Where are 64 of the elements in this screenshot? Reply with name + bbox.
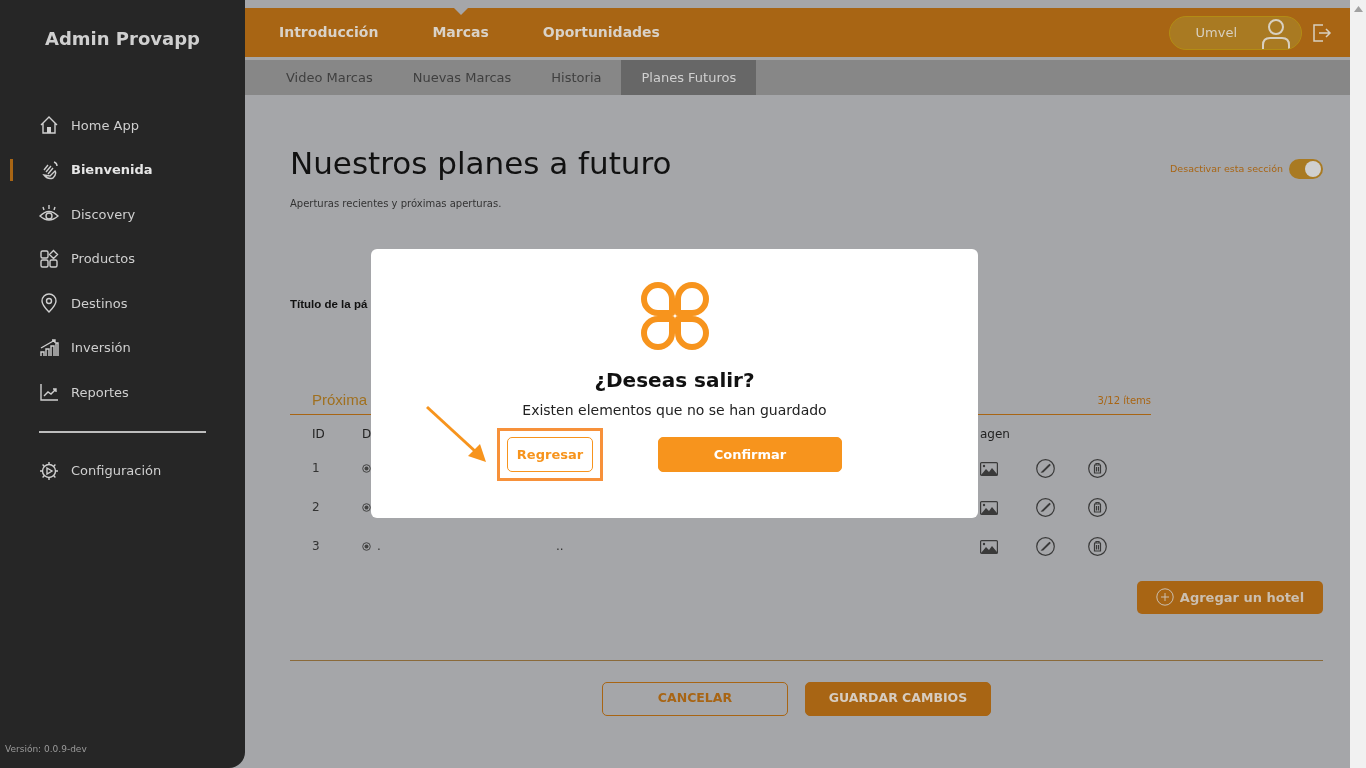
shapes-icon bbox=[39, 248, 59, 269]
back-button[interactable]: Regresar bbox=[507, 437, 593, 472]
dialog-message: Existen elementos que no se han guardado bbox=[522, 401, 827, 420]
add-hotel-button[interactable]: Agregar un hotel bbox=[1137, 580, 1323, 614]
sidebar-item[interactable]: Configuración bbox=[0, 448, 245, 493]
image-icon bbox=[980, 500, 998, 515]
save-button[interactable]: GUARDAR CAMBIOS bbox=[805, 681, 991, 716]
column-header: agen bbox=[980, 425, 1011, 443]
user-icon bbox=[1259, 16, 1293, 49]
version-label: Versión: 0.0.9-dev bbox=[4, 742, 88, 756]
sub-nav-tab[interactable]: Historia bbox=[531, 60, 622, 95]
table-cell-text: 1 bbox=[312, 460, 321, 478]
sub-nav-tab[interactable]: Nuevas Marcas bbox=[392, 60, 532, 95]
item-count: 3/12 ítems bbox=[1097, 393, 1151, 408]
toggle-label: Desactivar esta sección bbox=[1170, 161, 1283, 176]
page-subtitle: Aperturas recientes y próximas aperturas. bbox=[290, 197, 503, 211]
trash-icon[interactable] bbox=[1088, 458, 1107, 478]
table-cell-text: 2 bbox=[312, 499, 321, 517]
sidebar-item[interactable]: Productos bbox=[0, 236, 245, 281]
sidebar-item[interactable]: Bienvenida bbox=[0, 147, 245, 192]
selected-caret-icon bbox=[452, 7, 469, 15]
cancel-button[interactable]: CANCELAR bbox=[602, 681, 788, 716]
radio-icon bbox=[362, 463, 371, 473]
sub-nav-tab[interactable]: Planes Futuros bbox=[621, 60, 757, 95]
edit-icon[interactable] bbox=[1036, 497, 1055, 517]
image-icon bbox=[980, 539, 998, 554]
column-header: ID bbox=[312, 425, 326, 443]
table-cell-text: 3 bbox=[312, 538, 321, 556]
sub-nav-tab[interactable]: Video Marcas bbox=[266, 60, 393, 95]
app-title: Admin Provapp bbox=[44, 27, 201, 51]
dialog-title: ¿Deseas salir? bbox=[594, 368, 755, 392]
clover-logo-icon bbox=[640, 282, 709, 350]
table-cell-text: . bbox=[377, 538, 381, 556]
field-label: Título de la pá bbox=[290, 297, 369, 312]
confirm-button[interactable]: Confirmar bbox=[658, 437, 842, 472]
line-chart-icon bbox=[39, 382, 59, 403]
nav-tab[interactable]: Marcas bbox=[432, 8, 489, 57]
trash-icon[interactable] bbox=[1088, 497, 1107, 517]
section-title: Próxima bbox=[312, 390, 367, 411]
bar-chart-icon bbox=[39, 337, 59, 358]
sidebar-item[interactable]: Discovery bbox=[0, 192, 245, 237]
radio-icon bbox=[362, 541, 371, 551]
page-title: Nuestros planes a futuro bbox=[290, 144, 672, 183]
logout-icon[interactable] bbox=[1312, 22, 1332, 43]
image-icon bbox=[980, 461, 998, 476]
nav-tab[interactable]: Oportunidades bbox=[542, 8, 660, 57]
column-header: D bbox=[362, 425, 373, 443]
table-cell-text: .. bbox=[556, 538, 564, 556]
toggle-switch[interactable] bbox=[1289, 159, 1323, 179]
nav-tab[interactable]: Introducción bbox=[279, 8, 379, 57]
settings-icon bbox=[39, 460, 59, 481]
sidebar-item[interactable]: Reportes bbox=[0, 370, 245, 415]
sidebar-item[interactable]: Inversión bbox=[0, 325, 245, 370]
sidebar-item[interactable]: Destinos bbox=[0, 281, 245, 326]
plus-icon bbox=[1155, 588, 1174, 607]
edit-icon[interactable] bbox=[1036, 536, 1055, 556]
user-menu[interactable]: Umvel bbox=[1168, 15, 1302, 50]
radio-icon bbox=[362, 502, 371, 512]
scrollbar[interactable] bbox=[1350, 0, 1366, 768]
sidebar-item[interactable]: Home App bbox=[0, 103, 245, 148]
location-pin-icon bbox=[39, 293, 59, 314]
edit-icon[interactable] bbox=[1036, 458, 1055, 478]
home-icon bbox=[39, 115, 59, 136]
trash-icon[interactable] bbox=[1088, 536, 1107, 556]
